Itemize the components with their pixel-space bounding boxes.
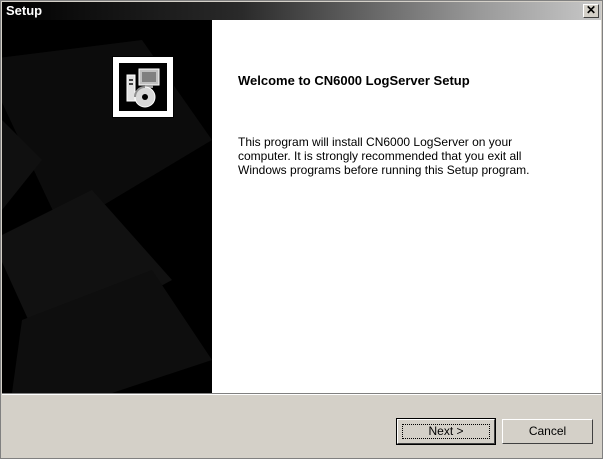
banner-background-art xyxy=(2,40,212,393)
close-button[interactable]: ✕ xyxy=(583,4,599,18)
next-button[interactable]: Next > xyxy=(396,418,496,445)
close-icon: ✕ xyxy=(585,3,597,17)
cancel-button-label: Cancel xyxy=(528,424,567,438)
setup-icon-frame xyxy=(112,56,174,118)
welcome-message-line: computer. It is strongly recommended tha… xyxy=(238,149,522,163)
wizard-side-banner xyxy=(2,20,212,393)
next-button-label: Next > xyxy=(428,424,464,438)
title-bar[interactable]: Setup ✕ xyxy=(2,2,601,20)
button-area-separator xyxy=(2,393,601,395)
welcome-message-line: This program will install CN6000 LogServ… xyxy=(238,135,513,149)
setup-dialog: Setup ✕ Welcome to CN6000 LogServer Setu… xyxy=(0,0,603,459)
setup-installer-icon xyxy=(119,63,167,111)
welcome-heading: Welcome to CN6000 LogServer Setup xyxy=(238,73,470,88)
cancel-button[interactable]: Cancel xyxy=(502,419,593,444)
dialog-client-area: Welcome to CN6000 LogServer Setup This p… xyxy=(2,20,601,393)
welcome-message-line: Windows programs before running this Set… xyxy=(238,163,530,177)
welcome-message: This program will install CN6000 LogServ… xyxy=(238,135,588,177)
window-title: Setup xyxy=(6,3,43,18)
